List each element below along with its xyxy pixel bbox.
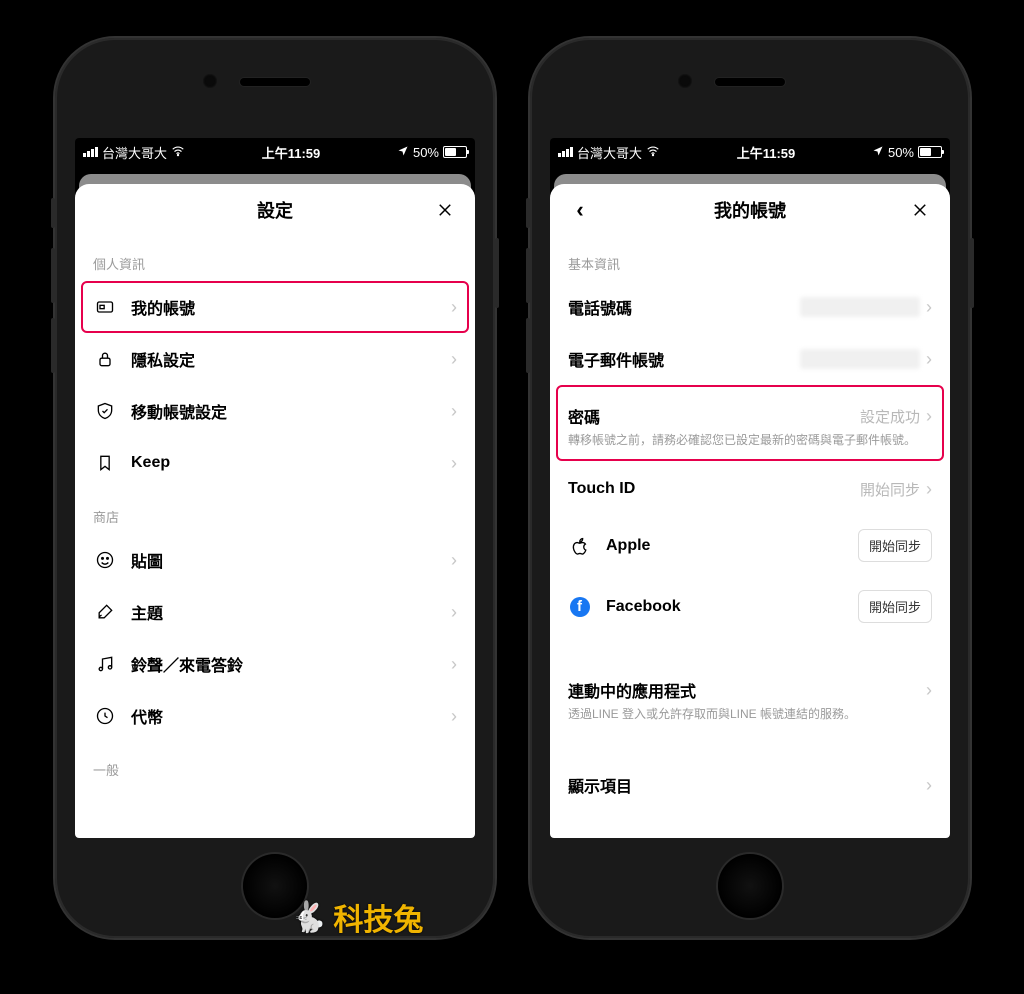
page-title: 設定 [257, 197, 293, 223]
chevron-right-icon: › [926, 680, 932, 701]
screen-left: 台灣大哥大 上午11:59 50% 設定 個人資 [75, 138, 475, 838]
close-button[interactable] [425, 184, 465, 236]
row-my-account[interactable]: 我的帳號 › [75, 281, 475, 333]
home-button[interactable] [718, 854, 782, 918]
wifi-icon [646, 144, 660, 161]
phone-frame-right: 台灣大哥大 上午11:59 50% ‹ 我的帳號 [530, 38, 970, 938]
chevron-right-icon: › [451, 706, 457, 727]
front-camera [678, 74, 692, 88]
wifi-icon [171, 144, 185, 161]
bookmark-icon [93, 453, 117, 473]
front-camera [203, 74, 217, 88]
chevron-right-icon: › [451, 453, 457, 474]
chevron-right-icon: › [926, 297, 932, 318]
rabbit-icon: 🐇 [290, 900, 327, 935]
section-general: 一般 [75, 742, 475, 787]
row-themes[interactable]: 主題 › [75, 586, 475, 638]
chevron-right-icon: › [451, 401, 457, 422]
clock-icon [93, 706, 117, 726]
brush-icon [93, 602, 117, 622]
clock: 上午11:59 [737, 143, 796, 162]
section-personal-info: 個人資訊 [75, 236, 475, 281]
shield-check-icon [93, 401, 117, 421]
settings-header: 設定 [75, 184, 475, 236]
settings-sheet: 設定 個人資訊 我的帳號 › [75, 184, 475, 838]
row-stickers[interactable]: 貼圖 › [75, 534, 475, 586]
chevron-right-icon: › [451, 349, 457, 370]
lock-icon [93, 349, 117, 369]
chevron-right-icon: › [926, 775, 932, 796]
signal-icon [83, 147, 98, 157]
row-password[interactable]: 密碼 設定成功 › [550, 385, 950, 437]
location-icon [397, 145, 409, 160]
chevron-right-icon: › [451, 654, 457, 675]
carrier-label: 台灣大哥大 [102, 143, 167, 162]
row-display-items[interactable]: 顯示項目 › [550, 759, 950, 811]
chevron-right-icon: › [451, 602, 457, 623]
row-privacy[interactable]: 隱私設定 › [75, 333, 475, 385]
row-email[interactable]: 電子郵件帳號 › [550, 333, 950, 385]
account-card-icon [93, 297, 117, 317]
password-status: 設定成功 [860, 406, 920, 427]
watermark: 🐇 科技兔 [290, 895, 423, 939]
chevron-right-icon: › [926, 479, 932, 500]
signal-icon [558, 147, 573, 157]
close-button[interactable] [900, 184, 940, 236]
facebook-sync-button[interactable]: 開始同步 [858, 590, 932, 623]
screen-right: 台灣大哥大 上午11:59 50% ‹ 我的帳號 [550, 138, 950, 838]
redacted-phone [800, 297, 920, 317]
section-store: 商店 [75, 489, 475, 534]
battery-icon [918, 146, 942, 158]
touchid-status: 開始同步 [860, 479, 920, 500]
smiley-icon [93, 550, 117, 570]
account-header: ‹ 我的帳號 [550, 184, 950, 236]
redacted-email [800, 349, 920, 369]
music-note-icon [93, 654, 117, 674]
row-transfer-account[interactable]: 移動帳號設定 › [75, 385, 475, 437]
row-keep[interactable]: Keep › [75, 437, 475, 489]
chevron-right-icon: › [451, 297, 457, 318]
carrier-label: 台灣大哥大 [577, 143, 642, 162]
page-title: 我的帳號 [714, 197, 786, 223]
row-apple-link: Apple 開始同步 [550, 515, 950, 576]
account-sheet: ‹ 我的帳號 基本資訊 電話號碼 › 電子郵件帳號 › 密碼 設 [550, 184, 950, 838]
apple-sync-button[interactable]: 開始同步 [858, 529, 932, 562]
location-icon [872, 145, 884, 160]
row-coins[interactable]: 代幣 › [75, 690, 475, 742]
clock: 上午11:59 [262, 143, 321, 162]
speaker [240, 78, 310, 86]
row-facebook-link: Facebook 開始同步 [550, 576, 950, 637]
watermark-text: 科技兔 [333, 895, 423, 939]
battery-pct: 50% [888, 145, 914, 160]
battery-pct: 50% [413, 145, 439, 160]
row-ringtones[interactable]: 鈴聲／來電答鈴 › [75, 638, 475, 690]
chevron-right-icon: › [451, 550, 457, 571]
section-basic-info: 基本資訊 [550, 236, 950, 281]
phone-frame-left: 台灣大哥大 上午11:59 50% 設定 個人資 [55, 38, 495, 938]
speaker [715, 78, 785, 86]
row-touch-id[interactable]: Touch ID 開始同步 › [550, 463, 950, 515]
row-linked-apps[interactable]: 連動中的應用程式 › [550, 659, 950, 711]
apple-icon [568, 536, 592, 556]
status-bar: 台灣大哥大 上午11:59 50% [75, 138, 475, 166]
row-phone-number[interactable]: 電話號碼 › [550, 281, 950, 333]
status-bar: 台灣大哥大 上午11:59 50% [550, 138, 950, 166]
chevron-right-icon: › [926, 406, 932, 427]
facebook-icon [568, 597, 592, 617]
chevron-right-icon: › [926, 349, 932, 370]
battery-icon [443, 146, 467, 158]
back-button[interactable]: ‹ [560, 184, 600, 236]
